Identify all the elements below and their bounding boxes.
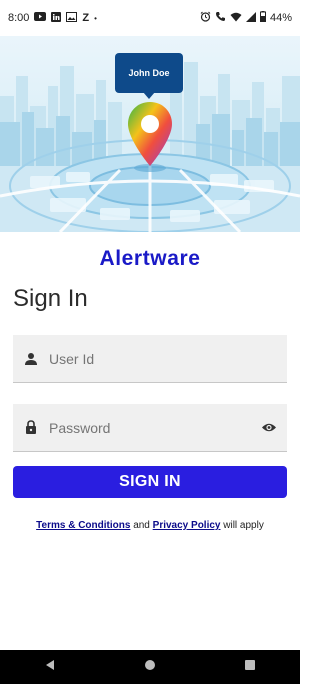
password-placeholder: Password bbox=[49, 419, 111, 436]
hero-illustration: John Doe bbox=[0, 36, 300, 232]
call-icon bbox=[215, 11, 226, 25]
status-left: 8:00 Z • bbox=[8, 11, 97, 25]
page-title: Sign In bbox=[13, 285, 88, 312]
back-icon[interactable] bbox=[44, 658, 56, 676]
marker-name: John Doe bbox=[128, 68, 170, 78]
status-time: 8:00 bbox=[8, 12, 30, 24]
location-pin-icon bbox=[124, 100, 176, 173]
user-marker-label: John Doe bbox=[115, 53, 183, 93]
status-right: 44% bbox=[200, 11, 292, 25]
battery-icon bbox=[259, 11, 266, 25]
alarm-icon bbox=[200, 11, 211, 25]
signal-icon bbox=[245, 11, 256, 25]
gallery-icon bbox=[66, 11, 78, 25]
terms-link[interactable]: Terms & Conditions bbox=[36, 520, 130, 531]
terms-and: and bbox=[133, 520, 150, 531]
userid-placeholder: User Id bbox=[49, 350, 95, 367]
dot-icon: • bbox=[94, 13, 97, 23]
password-field[interactable]: Password bbox=[13, 404, 287, 452]
battery-percent: 44% bbox=[269, 12, 292, 24]
sign-in-button[interactable]: SIGN IN bbox=[13, 466, 287, 498]
person-icon bbox=[13, 352, 49, 366]
home-icon[interactable] bbox=[144, 658, 156, 676]
navigation-bar bbox=[0, 650, 300, 684]
terms-text: Terms & Conditions and Privacy Policy wi… bbox=[0, 520, 300, 531]
userid-field[interactable]: User Id bbox=[13, 335, 287, 383]
wifi-icon bbox=[230, 12, 242, 25]
terms-suffix: will apply bbox=[223, 520, 264, 531]
eye-icon[interactable] bbox=[261, 420, 277, 438]
linkedin-icon bbox=[51, 11, 62, 25]
app-name: Alertware bbox=[99, 247, 201, 270]
privacy-link[interactable]: Privacy Policy bbox=[153, 520, 221, 531]
recents-icon[interactable] bbox=[244, 658, 256, 676]
z-icon: Z bbox=[82, 12, 90, 24]
status-bar: 8:00 Z • 44% bbox=[0, 0, 300, 36]
lock-icon bbox=[13, 420, 49, 435]
marker-bubble-tail bbox=[143, 92, 155, 99]
youtube-icon bbox=[34, 12, 47, 24]
